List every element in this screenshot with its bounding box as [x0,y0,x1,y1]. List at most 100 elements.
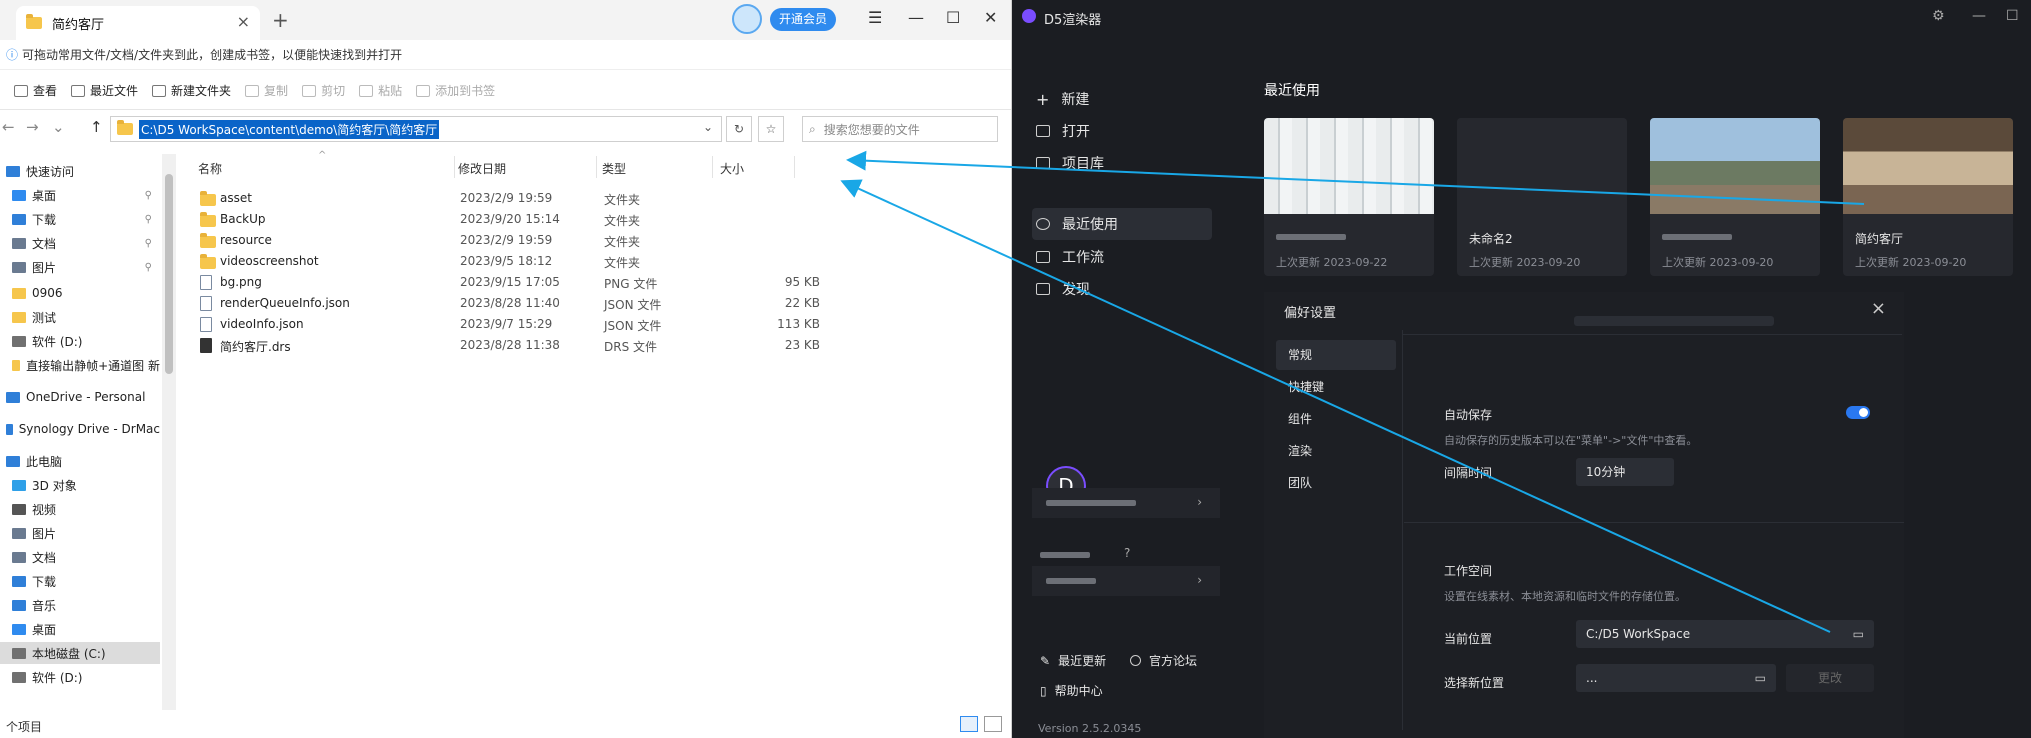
toolbar-button[interactable]: 添加到书签 [416,82,495,99]
nav-item[interactable]: 图片 ⚲ [0,256,160,278]
recent-updates-link[interactable]: ✎ 最近更新 [1040,652,1106,669]
refresh-icon[interactable]: ↻ [726,116,752,142]
bookmark-star-icon[interactable]: ☆ [758,116,784,142]
nav-item[interactable]: 直接输出静帧+通道图 新 [0,354,160,376]
pref-tab[interactable]: 常规 [1276,340,1396,370]
menu-icon[interactable]: ☰ [868,8,882,27]
column-header-date[interactable]: 修改日期 [458,160,506,177]
pref-tab[interactable]: 团队 [1276,468,1396,498]
toolbar-button[interactable]: 剪切 [302,82,345,99]
nav-item[interactable]: OneDrive - Personal [0,386,160,408]
side-new[interactable]: + 新建 [1036,85,1089,113]
file-row[interactable]: videoInfo.json 2023/9/7 15:29 JSON 文件 113 K… [200,314,820,335]
file-row[interactable]: BackUp 2023/9/20 15:14 文件夹 [200,209,820,230]
column-header-name[interactable]: 名称 [198,160,222,177]
settings-gear-icon[interactable]: ⚙ [1932,8,1945,24]
open-folder-icon[interactable]: ▭ [1853,620,1864,648]
search-input[interactable]: ⌕ 搜索您想要的文件 [802,116,998,142]
close-icon[interactable]: × [1871,298,1886,319]
minimize-icon[interactable]: — [908,8,924,27]
nav-item[interactable]: 桌面 ⚲ [0,184,160,206]
browse-folder-icon[interactable]: ▭ [1755,664,1766,692]
explorer-tab[interactable]: 简约客厅 × [16,6,260,40]
up-icon[interactable]: ↑ [90,118,103,136]
workflow-icon [1036,251,1050,263]
column-header-size[interactable]: 大小 [720,160,744,177]
close-window-icon[interactable]: ✕ [984,8,997,27]
side-discover[interactable]: 发现 [1036,275,1090,303]
tiles-view-icon[interactable] [984,716,1002,732]
side-library[interactable]: 项目库 [1036,149,1104,177]
nav-item[interactable]: 下载 ⚲ [0,208,160,230]
side-open[interactable]: 打开 [1036,117,1090,145]
maximize-icon[interactable]: ☐ [2006,8,2019,24]
nav-item[interactable]: 软件 (D:) [0,330,160,352]
nav-item[interactable]: 音乐 [0,594,160,616]
vip-button[interactable]: 开通会员 [770,8,836,31]
column-divider[interactable] [794,156,795,178]
forum-link[interactable]: 官方论坛 [1130,652,1197,669]
user-avatar-icon[interactable] [732,4,762,34]
pref-tab[interactable]: 组件 [1276,404,1396,434]
autosave-toggle[interactable] [1846,406,1870,419]
nav-scrollbar[interactable] [162,154,176,710]
back-icon[interactable]: ← [2,118,15,136]
project-card[interactable]: 上次更新 2023-09-20 [1650,118,1820,276]
pref-tab[interactable]: 快捷键 [1276,372,1396,402]
history-chevron-icon[interactable]: ⌄ [52,118,65,136]
nav-item[interactable]: 测试 [0,306,160,328]
pref-tab[interactable]: 渲染 [1276,436,1396,466]
nav-item[interactable]: 下载 [0,570,160,592]
nav-item[interactable]: 图片 [0,522,160,544]
nav-item[interactable]: 快速访问 [0,160,160,182]
new-location-field[interactable]: ... ▭ [1576,664,1776,692]
project-card[interactable]: 简约客厅 上次更新 2023-09-20 [1843,118,2013,276]
project-card[interactable]: 未命名2 上次更新 2023-09-20 [1457,118,1627,276]
minimize-icon[interactable]: — [1972,8,1986,24]
help-circle-icon[interactable]: ? [1124,546,1130,560]
toolbar-button[interactable]: 最近文件 [71,82,138,99]
nav-item[interactable]: 本地磁盘 (C:) [0,642,160,664]
maximize-icon[interactable]: ☐ [946,8,960,27]
nav-item[interactable]: 文档 ⚲ [0,232,160,254]
column-divider[interactable] [454,156,455,178]
side-workflow[interactable]: 工作流 [1036,243,1104,271]
interval-select[interactable]: 10分钟 [1576,458,1674,486]
file-icon [200,317,212,332]
new-tab-icon[interactable]: + [272,8,289,32]
current-location-field[interactable]: C:/D5 WorkSpace ▭ [1576,620,1874,648]
details-view-icon[interactable] [960,716,978,732]
file-row[interactable]: renderQueueInfo.json 2023/8/28 11:40 JSON … [200,293,820,314]
file-row[interactable]: resource 2023/2/9 19:59 文件夹 [200,230,820,251]
nav-item[interactable]: 3D 对象 [0,474,160,496]
address-bar[interactable]: C:\D5 WorkSpace\content\demo\简约客厅\简约客厅 ⌄ [110,116,722,142]
file-row[interactable]: asset 2023/2/9 19:59 文件夹 [200,188,820,209]
forward-icon[interactable]: → [26,118,39,136]
nav-item[interactable]: Synology Drive - DrMac [0,418,160,440]
file-row[interactable]: videoscreenshot 2023/9/5 18:12 文件夹 [200,251,820,272]
nav-item[interactable]: 文档 [0,546,160,568]
file-row[interactable]: 简约客厅.drs 2023/8/28 11:38 DRS 文件 23 KB [200,335,820,356]
nav-item[interactable]: 此电脑 [0,450,160,472]
file-row[interactable]: bg.png 2023/9/15 17:05 PNG 文件 95 KB [200,272,820,293]
side-recent[interactable]: 最近使用 [1036,210,1118,238]
toolbar-button[interactable]: 查看 [14,82,57,99]
nav-item[interactable]: 视频 [0,498,160,520]
toolbar-button[interactable]: 粘贴 [359,82,402,99]
column-divider[interactable] [596,156,597,178]
nav-item[interactable]: 软件 (D:) [0,666,160,688]
project-card[interactable]: 上次更新 2023-09-22 [1264,118,1434,276]
nav-item[interactable]: 0906 [0,282,160,304]
help-center-link[interactable]: ▯ 帮助中心 [1040,682,1103,699]
nav-item[interactable]: 桌面 [0,618,160,640]
account-row[interactable]: › [1032,488,1220,518]
toolbar-button[interactable]: 复制 [245,82,288,99]
team-row[interactable]: › [1032,566,1220,596]
column-header-type[interactable]: 类型 [602,160,626,177]
column-divider[interactable] [712,156,713,178]
change-button[interactable]: 更改 [1786,664,1874,692]
address-text[interactable]: C:\D5 WorkSpace\content\demo\简约客厅\简约客厅 [139,119,440,139]
tab-close-icon[interactable]: × [237,12,250,31]
chevron-down-icon[interactable]: ⌄ [703,120,713,134]
toolbar-button[interactable]: 新建文件夹 [152,82,231,99]
